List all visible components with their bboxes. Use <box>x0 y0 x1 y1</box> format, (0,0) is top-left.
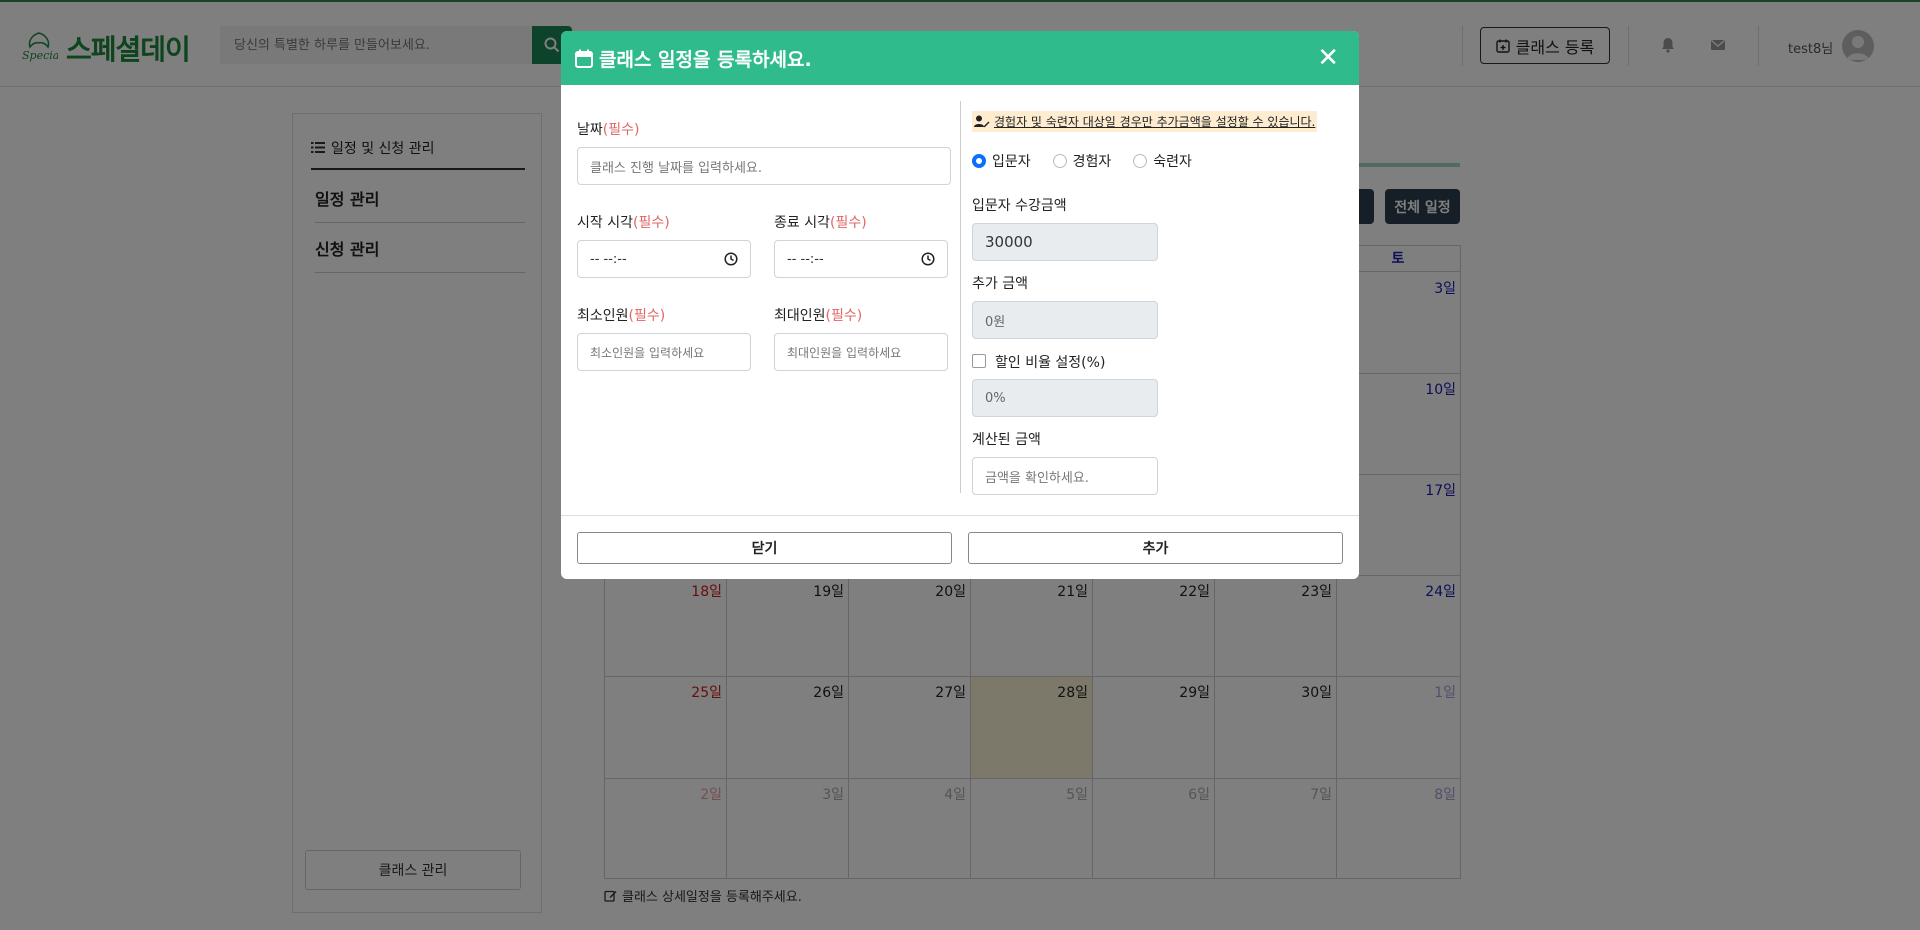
base-price-field[interactable]: 30000 <box>972 223 1158 261</box>
level-radio-group: 입문자 경험자 숙련자 <box>972 151 1214 171</box>
extra-price-field[interactable]: 0원 <box>972 301 1158 339</box>
discount-field[interactable]: 0% <box>972 379 1158 417</box>
base-price-label: 입문자 수강금액 <box>972 198 1067 214</box>
add-button[interactable]: 추가 <box>968 532 1343 564</box>
max-people-field[interactable]: 최대인원을 입력하세요 <box>774 333 948 371</box>
calendar-icon <box>575 49 593 68</box>
modal-title-text: 클래스 일정을 등록하세요. <box>599 49 812 71</box>
date-label: 날짜(필수) <box>577 122 640 138</box>
clock-icon[interactable] <box>921 252 935 266</box>
discount-checkbox[interactable] <box>972 354 986 368</box>
user-edit-icon <box>974 115 990 128</box>
radio-expert[interactable] <box>1133 154 1148 168</box>
radio-experienced[interactable] <box>1052 154 1067 168</box>
min-people-label: 최소인원(필수) <box>577 308 666 324</box>
radio-label[interactable]: 경험자 <box>1073 151 1112 171</box>
close-icon[interactable]: ✕ <box>1317 43 1339 73</box>
close-button[interactable]: 닫기 <box>577 532 952 564</box>
end-time-label: 종료 시각(필수) <box>774 215 867 231</box>
max-people-label: 최대인원(필수) <box>774 308 863 324</box>
extra-price-notice: 경험자 및 숙련자 대상일 경우만 추가금액을 설정할 수 있습니다. <box>972 111 1318 132</box>
calc-price-field[interactable]: 금액을 확인하세요. <box>972 457 1158 495</box>
start-time-field[interactable]: -- --:-- <box>577 240 751 278</box>
modal-title: 클래스 일정을 등록하세요. <box>575 45 812 72</box>
modal-footer-divider <box>561 515 1359 516</box>
notice-text: 경험자 및 숙련자 대상일 경우만 추가금액을 설정할 수 있습니다. <box>994 115 1316 129</box>
extra-price-label: 추가 금액 <box>972 276 1028 292</box>
radio-beginner[interactable] <box>972 154 986 168</box>
schedule-modal: 클래스 일정을 등록하세요. ✕ 날짜(필수) 클래스 진행 날짜를 입력하세요… <box>561 31 1359 579</box>
start-time-label: 시작 시각(필수) <box>577 215 670 231</box>
modal-header: 클래스 일정을 등록하세요. ✕ <box>561 31 1359 85</box>
radio-label[interactable]: 숙련자 <box>1153 151 1192 171</box>
date-field[interactable]: 클래스 진행 날짜를 입력하세요. <box>577 147 951 185</box>
calc-price-label: 계산된 금액 <box>972 432 1041 448</box>
discount-label[interactable]: 할인 비율 설정(%) <box>995 352 1105 372</box>
column-divider <box>960 101 961 493</box>
clock-icon[interactable] <box>724 252 738 266</box>
radio-label[interactable]: 입문자 <box>992 151 1031 171</box>
min-people-field[interactable]: 최소인원을 입력하세요 <box>577 333 751 371</box>
end-time-field[interactable]: -- --:-- <box>774 240 948 278</box>
